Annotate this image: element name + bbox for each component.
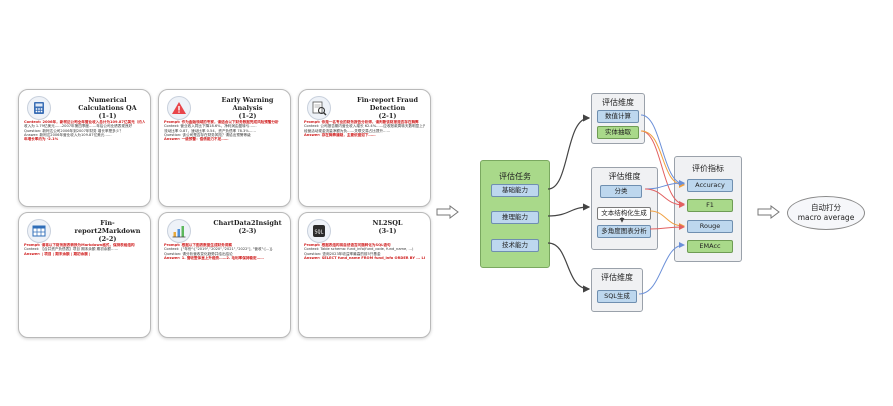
metric-f1: F1 (687, 199, 733, 212)
card-body: Prompt: 根据以下图表数据生成财务洞察 Context: {"年份":["… (164, 243, 273, 260)
card-body: Prompt: 作为金融领域的专家，请结合以下财务数据完成风险预警分析 Cont… (164, 120, 279, 142)
final-score-line2: macro average (797, 213, 855, 222)
sql-icon: SQL (307, 219, 331, 243)
card-fraud-detection: Fin-report Fraud Detection (2-1) Prompt: … (298, 89, 431, 207)
card-numerical-qa: Numerical Calculations QA (1-1) Context: … (18, 89, 151, 207)
metric-emacc: EMAcc (687, 240, 733, 253)
dimension-panel-title: 评估维度 (602, 98, 634, 107)
task-panel: 评估任务 基础能力 推理能力 技术能力 (480, 160, 550, 268)
dimension-classification: 分类 (600, 185, 642, 198)
card-title: NL2SQL (3-1) (372, 219, 403, 235)
card-body: Prompt: 根据表结构将自然语言问题转化为SQL语句 Context: Ta… (304, 243, 425, 260)
card-body: Context: 2006年，新柯达公司全年营业收入总计为109.87亿美元（约… (24, 120, 145, 142)
final-score-oval: 自动打分 macro average (787, 196, 865, 230)
dimension-multi-angle-chart: 多角度图表分析 (597, 225, 651, 238)
card-chartdata2insight: ChartData2Insight (2-3) Prompt: 根据以下图表数据生… (158, 212, 291, 338)
task-panel-title: 评估任务 (499, 172, 531, 181)
dimension-panel-reasoning: 评估维度 分类 文本结构化生成 多角度图表分析 (591, 167, 658, 250)
svg-text:SQL: SQL (314, 230, 323, 236)
card-title: Fin-report Fraud Detection (2-1) (356, 96, 419, 120)
dimension-panel-title: 评估维度 (608, 172, 641, 181)
magnifier-document-icon (307, 96, 331, 120)
dimension-panel-title: 评估维度 (601, 273, 633, 282)
card-title: Numerical Calculations QA (1-1) (78, 96, 137, 120)
card-title: Fin-report2Markdown (2-2) (74, 219, 141, 243)
card-body: Prompt: 你是一名专业的财务报告分析师，请判断该财报是否存在舞弊 Cont… (304, 120, 425, 137)
task-reasoning-ability: 推理能力 (491, 211, 539, 224)
card-nl2sql: SQL NL2SQL (3-1) Prompt: 根据表结构将自然语言问题转化为S… (298, 212, 431, 338)
dimension-entity-extraction: 实体抽取 (597, 126, 639, 139)
table-icon (27, 219, 51, 243)
metric-panel: 评价指标 Accuracy F1 Rouge EMAcc (674, 156, 742, 262)
metric-panel-title: 评价指标 (692, 164, 724, 173)
warning-icon (167, 96, 191, 120)
card-fin-report2markdown: Fin-report2Markdown (2-2) Prompt: 请将以下财务报… (18, 212, 151, 338)
dimension-panel-basic: 评估维度 数值计算 实体抽取 (591, 93, 645, 144)
metric-accuracy: Accuracy (687, 179, 733, 192)
final-score-line1: 自动打分 (811, 203, 841, 212)
card-body: Prompt: 请将以下财务报表转换为Markdown格式，保持表格结构 Con… (24, 243, 135, 256)
metric-rouge: Rouge (687, 220, 733, 233)
dimension-sql-generation: SQL生成 (597, 290, 637, 303)
dimension-panel-technical: 评估维度 SQL生成 (591, 268, 643, 312)
flow-arrow-icon (757, 205, 780, 219)
dimension-numerical-calc: 数值计算 (597, 110, 639, 123)
card-early-warning: Early Warning Analysis (1-2) Prompt: 作为金融… (158, 89, 291, 207)
bar-chart-icon (167, 219, 191, 243)
task-basic-ability: 基础能力 (491, 184, 539, 197)
calculator-icon (27, 96, 51, 120)
task-technical-ability: 技术能力 (491, 239, 539, 252)
card-title: ChartData2Insight (2-3) (213, 219, 282, 235)
flow-arrow-icon (436, 205, 459, 219)
card-title: Early Warning Analysis (1-2) (221, 96, 274, 120)
dimension-structured-text: 文本结构化生成 (597, 207, 651, 220)
